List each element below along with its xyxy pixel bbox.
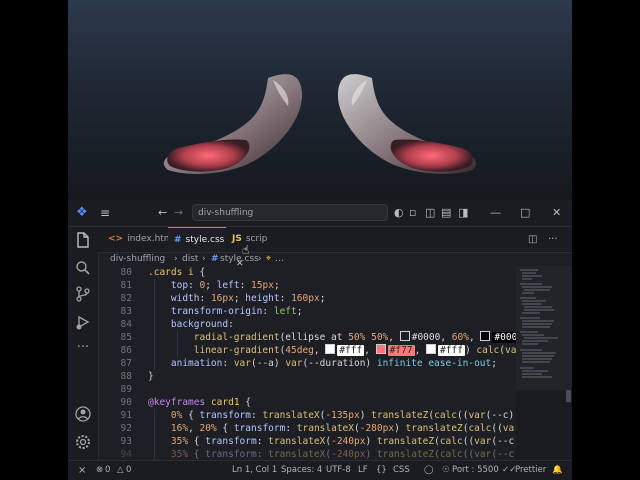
breadcrumb-file[interactable]: style.css bbox=[220, 252, 259, 266]
code-line: 91 0% { transform: translateX(-135px) tr… bbox=[120, 410, 515, 421]
run-debug-icon[interactable] bbox=[74, 313, 92, 331]
code-line: 92 16%, 20% { transform: translateX(-280… bbox=[120, 423, 516, 434]
end-of-line[interactable]: LF bbox=[358, 461, 368, 480]
forward-arrow-icon[interactable]: → bbox=[174, 200, 183, 226]
tab-index-html[interactable]: <> index.html bbox=[102, 227, 175, 252]
code-line: 94 35% { transform: translateX(-240px) t… bbox=[120, 449, 516, 460]
close-window-button[interactable]: ✕ bbox=[552, 200, 561, 226]
remote-indicator-icon[interactable]: ⨯ bbox=[78, 461, 86, 480]
js-file-icon: JS bbox=[232, 234, 242, 244]
code-line: 84 background: bbox=[120, 319, 234, 330]
maximize-button[interactable]: □ bbox=[520, 200, 530, 226]
code-line: 87 animation: var(--a) var(--duration) i… bbox=[120, 358, 497, 369]
breadcrumb-folder[interactable]: div-shuffling bbox=[110, 252, 165, 266]
html-file-icon: <> bbox=[108, 234, 124, 244]
broadcast-icon: ☉ bbox=[442, 465, 450, 475]
source-control-icon[interactable] bbox=[74, 285, 92, 303]
prettier-status[interactable]: Prettier bbox=[515, 461, 546, 480]
layout-right-icon[interactable]: ◨ bbox=[458, 200, 468, 226]
explorer-files-icon[interactable] bbox=[74, 231, 92, 249]
code-line: 89 bbox=[120, 384, 132, 395]
accounts-circle-icon[interactable]: ◐ bbox=[394, 200, 404, 226]
warning-count[interactable]: 0 bbox=[126, 461, 131, 480]
chevron-right-icon: › bbox=[258, 254, 262, 264]
symbol-icon: ⌖ bbox=[266, 254, 272, 264]
code-line: 82 width: 16px; height: 160px; bbox=[120, 293, 326, 304]
minimap-lines bbox=[516, 266, 572, 402]
css-file-icon: # bbox=[174, 235, 182, 245]
more-dots-icon[interactable]: ··· bbox=[74, 339, 92, 357]
minimize-button[interactable]: — bbox=[490, 200, 501, 226]
layout-left-icon[interactable]: ◫ bbox=[425, 200, 435, 226]
code-line: 90 @keyframes card1 { bbox=[120, 397, 252, 408]
toggle-panel-icon[interactable]: ▫ bbox=[409, 200, 416, 226]
code-line: 83 transform-origin: left; bbox=[120, 306, 303, 317]
split-editor-icon[interactable]: ◫ bbox=[528, 227, 537, 252]
breadcrumb: div-shuffling › dist › # style.css › ⌖ … bbox=[98, 252, 572, 266]
command-center-search[interactable]: div-shuffling bbox=[192, 204, 388, 221]
breadcrumb-symbol[interactable]: … bbox=[275, 252, 284, 266]
tab-script-js[interactable]: JS scrip ✕ bbox=[226, 227, 282, 269]
layout-bottom-icon[interactable]: ▤ bbox=[441, 200, 451, 226]
error-icon: ⊗ bbox=[96, 465, 104, 475]
indentation[interactable]: Spaces: 4 bbox=[281, 461, 322, 480]
code-editor[interactable]: 80 .cards i { 81 top: 0; left: 15px; 82 w… bbox=[98, 266, 516, 460]
hamburger-menu-icon[interactable]: ≡ bbox=[100, 200, 110, 226]
color-swatch-icon bbox=[480, 331, 491, 341]
code-line: 81 top: 0; left: 15px; bbox=[120, 280, 280, 291]
more-actions-icon[interactable]: ··· bbox=[548, 227, 558, 252]
live-server-port[interactable]: Port : 5500 bbox=[452, 461, 499, 480]
css-file-icon: # bbox=[211, 254, 219, 264]
error-count[interactable]: 0 bbox=[105, 461, 110, 480]
code-line: 88} bbox=[120, 371, 154, 382]
copilot-status-icon[interactable]: ◯ bbox=[424, 461, 434, 480]
chevron-right-icon: › bbox=[174, 254, 178, 264]
warning-icon: △ bbox=[117, 465, 124, 475]
vscode-logo-icon: ❖ bbox=[76, 205, 88, 220]
back-arrow-icon[interactable]: ← bbox=[158, 200, 167, 226]
code-line: 93 35% { transform: translateX(-240px) t… bbox=[120, 436, 516, 447]
twisted-cards-render bbox=[163, 74, 477, 174]
cursor-position[interactable]: Ln 1, Col 1 bbox=[232, 461, 277, 480]
code-line: 85 radial-gradient(ellipse at 50% 50%, #… bbox=[98, 331, 516, 344]
minimap[interactable] bbox=[516, 266, 572, 460]
activity-bar: ··· bbox=[68, 227, 99, 460]
color-swatch-icon bbox=[375, 344, 386, 354]
tab-style-css[interactable]: # style.css bbox=[168, 227, 226, 252]
editor-tabs: <> index.html # style.css JS scrip ✕ ☝ ◫ ··… bbox=[98, 227, 572, 269]
breadcrumb-folder[interactable]: dist bbox=[182, 252, 198, 266]
app-window: ❖ ≡ ← → ◯ ⌄ ◐ ▫ ◫ ▤ ◨ — □ ✕ div-shufflin… bbox=[68, 0, 572, 480]
color-swatch-icon bbox=[426, 344, 437, 354]
browser-preview bbox=[68, 0, 572, 200]
chevron-right-icon: › bbox=[202, 254, 206, 264]
color-swatch-icon bbox=[399, 331, 410, 341]
encoding[interactable]: UTF-8 bbox=[326, 461, 351, 480]
scrollbar-thumb bbox=[566, 390, 571, 402]
tab-label: style.css bbox=[185, 235, 225, 245]
code-line: 80 .cards i { bbox=[120, 267, 206, 278]
status-bar: ⨯ ⊗ 0 △ 0 Ln 1, Col 1 Spaces: 4 UTF-8 LF… bbox=[68, 460, 572, 480]
braces-icon: {} bbox=[376, 465, 387, 475]
settings-gear-icon[interactable] bbox=[74, 433, 92, 451]
color-swatch-icon bbox=[325, 344, 336, 354]
language-mode[interactable]: CSS bbox=[393, 461, 410, 480]
account-icon[interactable] bbox=[74, 405, 92, 423]
code-line: 86 linear-gradient(45deg, #fff, #f77, #f… bbox=[120, 344, 516, 356]
notifications-bell-icon[interactable]: 🔔 bbox=[552, 461, 563, 480]
search-icon[interactable] bbox=[74, 259, 92, 277]
